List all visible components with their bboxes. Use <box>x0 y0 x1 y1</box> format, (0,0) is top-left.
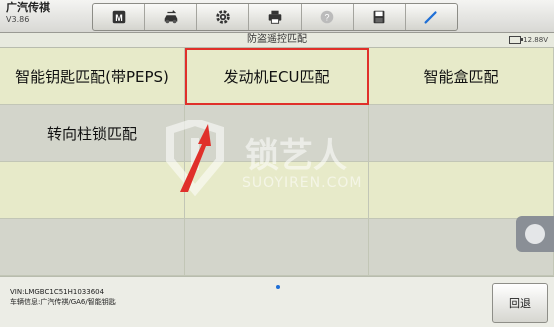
battery-status: 12.88V <box>509 33 548 47</box>
pen-icon <box>424 11 438 24</box>
page-title-bar: 防盗遥控匹配 12.88V <box>0 33 554 48</box>
page-title: 防盗遥控匹配 <box>247 34 307 45</box>
settings-button[interactable] <box>197 4 250 30</box>
app-version: V3.86 <box>6 15 30 24</box>
red-arrow-icon <box>180 124 211 192</box>
brand-name: 广汽传祺 <box>6 1 50 14</box>
back-button[interactable]: 回退 <box>492 283 548 323</box>
page-indicator <box>276 285 280 289</box>
toolbar-buttons: M ? <box>92 3 458 31</box>
circle-icon <box>525 224 545 244</box>
function-engine-ecu[interactable]: 发动机ECU匹配 <box>185 48 369 105</box>
home-button[interactable]: M <box>93 4 146 30</box>
empty-cell <box>369 105 554 162</box>
vehicle-info-text: 车辆信息:广汽传祺/GA6/智能钥匙 <box>10 298 116 306</box>
svg-text:M: M <box>115 13 123 23</box>
save-icon <box>373 10 385 24</box>
gear-icon <box>216 10 230 24</box>
function-smart-box[interactable]: 智能盒匹配 <box>369 48 554 105</box>
battery-voltage: 12.88V <box>523 36 548 44</box>
empty-cell <box>185 219 369 276</box>
battery-icon <box>509 36 524 44</box>
footer: VIN:LMGBC1C51H1033604 车辆信息:广汽传祺/GA6/智能钥匙… <box>0 276 554 327</box>
vehicle-swap-button[interactable] <box>145 4 198 30</box>
edit-button[interactable] <box>406 4 457 30</box>
save-button[interactable] <box>354 4 406 30</box>
vehicle-swap-icon <box>164 10 178 24</box>
help-button[interactable]: ? <box>302 4 354 30</box>
svg-text:?: ? <box>325 13 330 23</box>
print-button[interactable] <box>249 4 302 30</box>
help-icon: ? <box>320 10 334 24</box>
vin-text: VIN:LMGBC1C51H1033604 <box>10 288 105 296</box>
printer-icon <box>268 10 282 24</box>
home-icon: M <box>112 10 125 24</box>
top-toolbar: 广汽传祺 V3.86 M ? <box>0 0 554 33</box>
brand: 广汽传祺 V3.86 <box>6 2 50 26</box>
floating-assist-button[interactable] <box>516 216 554 252</box>
empty-cell <box>0 219 185 276</box>
vehicle-info: VIN:LMGBC1C51H1033604 车辆信息:广汽传祺/GA6/智能钥匙 <box>10 287 116 307</box>
function-steering-lock[interactable]: 转向柱锁匹配 <box>0 105 185 162</box>
function-smart-key-peps[interactable]: 智能钥匙匹配(带PEPS) <box>0 48 185 105</box>
empty-cell <box>0 162 185 219</box>
empty-cell <box>369 162 554 219</box>
function-grid: 智能钥匙匹配(带PEPS) 发动机ECU匹配 智能盒匹配 转向柱锁匹配 <box>0 48 554 276</box>
